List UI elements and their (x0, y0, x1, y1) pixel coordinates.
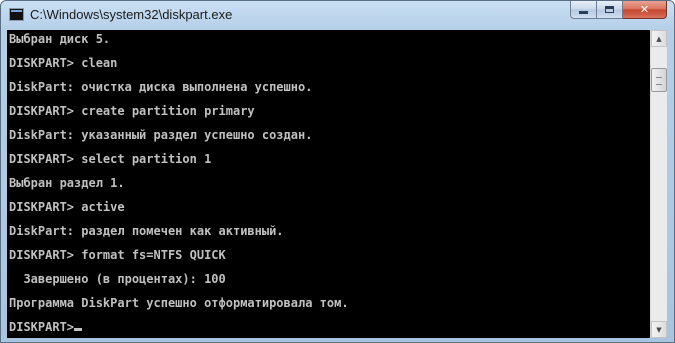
scrollbar-thumb[interactable] (651, 68, 667, 92)
console-line: Программа DiskPart успешно отформатирова… (9, 296, 349, 310)
console-line: DISKPART> create partition primary (9, 104, 255, 118)
console-prompt: DISKPART> (9, 320, 75, 334)
scroll-up-button[interactable]: ▲ (651, 30, 667, 47)
console-output[interactable]: Выбран диск 5. DISKPART> clean DiskPart:… (7, 30, 650, 338)
console-line: Выбран диск 5. (9, 32, 111, 46)
console-line: DiskPart: раздел помечен как активный. (9, 224, 284, 238)
maximize-icon (605, 6, 614, 13)
close-button[interactable]: ✕ (623, 1, 667, 19)
title-bar[interactable]: C:\Windows\system32\diskpart.exe ✕ (1, 1, 674, 29)
minimize-button[interactable] (570, 1, 597, 19)
console-line: Завершено (в процентах): 100 (9, 272, 226, 286)
console-lines: Выбран диск 5. DISKPART> clean DiskPart:… (9, 30, 349, 338)
vertical-scrollbar[interactable]: ▲ ▼ (650, 30, 667, 338)
scroll-down-button[interactable]: ▼ (651, 321, 667, 338)
console-line: Выбран раздел 1. (9, 176, 125, 190)
console-line: DISKPART> select partition 1 (9, 152, 212, 166)
maximize-button[interactable] (597, 1, 623, 19)
diskpart-window: C:\Windows\system32\diskpart.exe ✕ Выбра… (0, 0, 675, 343)
console-line: DISKPART> active (9, 200, 125, 214)
console-line: DiskPart: очистка диска выполнена успешн… (9, 80, 313, 94)
caption-buttons: ✕ (570, 1, 667, 20)
arrow-down-icon: ▼ (656, 325, 662, 334)
console-app-icon[interactable] (9, 8, 24, 21)
window-title: C:\Windows\system32\diskpart.exe (30, 7, 233, 22)
text-cursor (74, 328, 83, 331)
console-line: DISKPART> format fs=NTFS QUICK (9, 248, 226, 262)
close-icon: ✕ (639, 3, 650, 16)
console-line: DiskPart: указанный раздел успешно созда… (9, 128, 313, 142)
console-line: DISKPART> clean (9, 56, 118, 70)
console-prompt-line[interactable]: DISKPART> (9, 318, 349, 338)
arrow-up-icon: ▲ (656, 34, 662, 43)
minimize-icon (579, 11, 588, 14)
